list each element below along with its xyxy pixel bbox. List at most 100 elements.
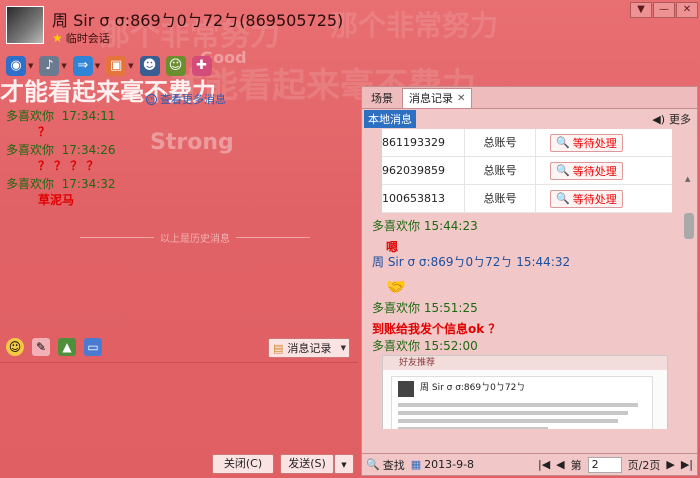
group-icon: ☺: [165, 56, 186, 76]
status-cell: 🔍 等待处理: [536, 161, 623, 180]
voice-call-button[interactable]: ♪ ▼: [39, 56, 67, 76]
table-row: 861193329 总账号 🔍 等待处理: [382, 129, 672, 157]
record-icon: ▤: [273, 341, 284, 355]
message-text: ？: [38, 125, 51, 139]
record-message: 多喜欢你 15:52:00: [372, 337, 478, 354]
account-type: 总账号: [464, 184, 536, 213]
account-table-image: 861193329 总账号 🔍 等待处理 962039859 总账号 🔍 等待处理 …: [382, 129, 672, 213]
send-button[interactable]: 发送(S): [280, 454, 334, 474]
message-time: 17:34:32: [61, 177, 116, 191]
menu-dropdown-button[interactable]: ▼: [630, 2, 652, 18]
more-button[interactable]: ◀) 更多: [652, 111, 691, 127]
message-time: 17:34:11: [61, 109, 116, 123]
screenshot-text-line: [398, 411, 628, 415]
vertical-scrollbar-thumb[interactable]: [684, 213, 694, 239]
magic-expression-icon[interactable]: ✎: [32, 338, 50, 356]
chat-message: 多喜欢你 17:34:11 ？: [0, 108, 358, 142]
search-icon: 🔍: [556, 192, 570, 205]
screenshot-avatar: [398, 381, 414, 397]
input-toolbar: ☺ ✎ ▲ ▭: [6, 338, 102, 356]
message-record-button[interactable]: ▤ 消息记录 ▼: [268, 338, 350, 358]
last-page-icon[interactable]: ▶|: [681, 458, 693, 471]
chevron-down-icon: ▼: [61, 62, 67, 70]
scroll-up-icon[interactable]: ▲: [685, 175, 690, 183]
file-transfer-button[interactable]: ⇒ ▼: [72, 56, 101, 76]
message-text: ？ ？ ？ ？: [38, 159, 99, 173]
search-icon: 🔍: [366, 458, 380, 471]
date-picker[interactable]: ▦ 2013-9-8: [411, 458, 474, 471]
search-icon: 🔍: [556, 164, 570, 177]
screenshot-icon[interactable]: ▭: [84, 338, 102, 356]
next-page-icon[interactable]: ▶: [666, 458, 674, 471]
clock-icon: ◷: [146, 93, 157, 105]
local-messages-tag[interactable]: 本地消息: [364, 110, 416, 128]
page-prefix: 第: [570, 458, 582, 472]
status-cell: 🔍 等待处理: [536, 133, 623, 152]
first-page-icon[interactable]: |◀: [538, 458, 550, 471]
speaker-icon: ◀): [652, 112, 665, 126]
star-icon: ★: [52, 31, 63, 45]
screenshot-name: 周 Sir σ σ:869ㄅ0ㄅ72ㄅ: [420, 383, 526, 393]
send-options-button[interactable]: ▼: [334, 454, 354, 474]
shared-screenshot-image[interactable]: 好友推荐 周 Sir σ σ:869ㄅ0ㄅ72ㄅ: [382, 355, 668, 429]
prev-page-icon[interactable]: ◀: [556, 458, 564, 471]
sender-name: 多喜欢你: [372, 219, 421, 233]
record-history: 861193329 总账号 🔍 等待处理 962039859 总账号 🔍 等待处理 …: [362, 129, 697, 429]
video-icon: ◉: [6, 56, 26, 76]
record-message: 多喜欢你 15:51:25 到账给我发个信息ok ？: [372, 299, 500, 337]
pending-label: 等待处理: [572, 136, 617, 150]
find-button[interactable]: 🔍 查找: [366, 457, 405, 473]
contact-card-button[interactable]: ☻: [139, 56, 160, 76]
message-header: 多喜欢你 17:34:26: [6, 142, 358, 158]
panel-tabs: 场景 消息记录 ✕: [362, 87, 697, 109]
contact-icon: ☻: [139, 56, 160, 76]
close-window-button[interactable]: ✕: [676, 2, 698, 18]
record-message-header: 多喜欢你 15:51:25: [372, 299, 500, 316]
watermark-line1-b: 那个非常努力: [330, 9, 499, 42]
pending-badge: 🔍 等待处理: [550, 189, 623, 208]
account-type: 总账号: [464, 156, 536, 185]
page-input[interactable]: 2: [587, 456, 622, 473]
chat-message: 多喜欢你 17:34:26 ？ ？ ？ ？: [0, 142, 358, 176]
chevron-down-icon: ▼: [341, 461, 347, 469]
message-header: 多喜欢你 17:34:32: [6, 176, 358, 192]
screenshot-header: 好友推荐: [383, 356, 667, 370]
screenshot-text-line: [398, 419, 618, 423]
message-time: 17:34:26: [61, 143, 116, 157]
view-more-messages-link[interactable]: ◷ 查看更多消息: [146, 91, 226, 107]
close-tab-icon[interactable]: ✕: [457, 89, 465, 109]
remote-assist-button[interactable]: ▣ ▼: [106, 56, 134, 76]
panel-subbar: 本地消息 ◀) 更多: [362, 109, 697, 129]
contact-avatar[interactable]: [6, 6, 44, 44]
message-time: 15:51:25: [423, 301, 478, 315]
divider-line: [236, 236, 310, 238]
microphone-icon: ♪: [39, 56, 60, 76]
message-time: 15:44:32: [516, 255, 571, 269]
tab-scene-label: 场景: [371, 92, 393, 105]
chevron-down-icon: ▼: [94, 62, 101, 70]
add-friend-button[interactable]: ✚: [191, 56, 212, 76]
message-record-label: 消息记录: [287, 342, 332, 355]
tab-message-record[interactable]: 消息记录 ✕: [402, 88, 473, 109]
minimize-button[interactable]: —: [653, 2, 675, 18]
sender-name: 多喜欢你: [6, 143, 55, 157]
account-type: 总账号: [464, 129, 536, 157]
video-call-button[interactable]: ◉ ▼: [6, 56, 33, 76]
emoji-icon[interactable]: ☺: [6, 338, 24, 356]
tab-scene[interactable]: 场景: [364, 88, 400, 108]
chat-toolbar: ◉ ▼ ♪ ▼ ⇒ ▼ ▣ ▼ ☻ ☺ ✚: [6, 56, 212, 76]
date-label: 2013-9-8: [424, 458, 475, 471]
message-time: 15:44:23: [423, 219, 478, 233]
close-button[interactable]: 关闭(C): [212, 454, 274, 474]
input-divider: [0, 362, 358, 363]
chevron-down-icon: ▼: [28, 62, 34, 70]
screenshot-text-line: [398, 403, 638, 407]
transfer-icon: ⇒: [72, 56, 93, 76]
history-divider-label: 以上是历史消息: [160, 233, 230, 245]
history-divider: 以上是历史消息: [80, 230, 310, 245]
record-footer: 🔍 查找 ▦ 2013-9-8 |◀ ◀ 第 2 页/2页 ▶ ▶|: [362, 453, 697, 475]
pending-label: 等待处理: [572, 164, 617, 178]
image-icon[interactable]: ▲: [58, 338, 76, 356]
group-button[interactable]: ☺: [165, 56, 186, 76]
chat-message: 多喜欢你 17:34:32 草泥马: [0, 176, 358, 210]
